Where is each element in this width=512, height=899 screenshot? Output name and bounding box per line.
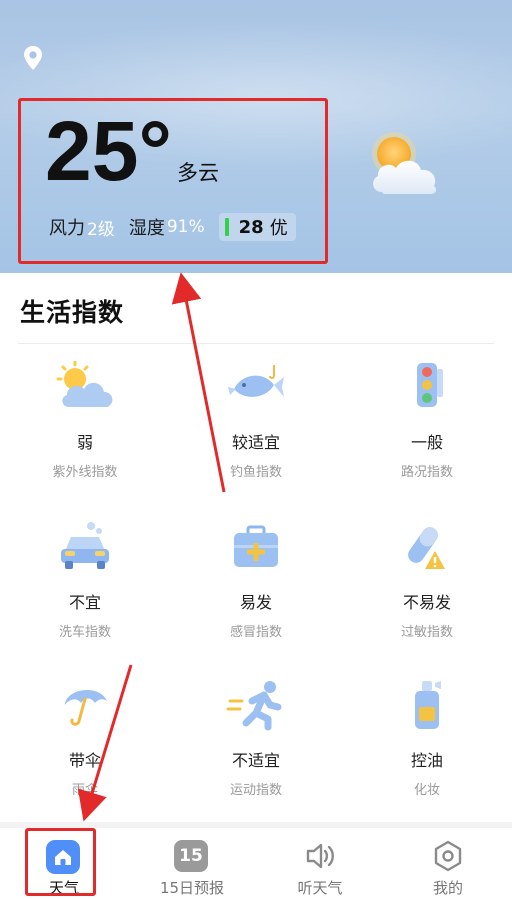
makeup-bottle-icon	[415, 681, 441, 729]
wind-value: 2级	[87, 219, 115, 240]
index-value: 易发	[239, 593, 272, 612]
aqi-badge[interactable]: 28 优	[218, 213, 296, 241]
aqi-value: 28	[238, 216, 264, 238]
running-icon	[226, 681, 282, 731]
nav-item-15-day-forecast[interactable]: 15 15日预报	[128, 828, 256, 899]
wind-label: 风力	[49, 218, 85, 239]
aqi-level: 优	[269, 218, 288, 239]
index-value: 不宜	[68, 593, 101, 612]
fish-icon	[228, 365, 284, 397]
medical-kit-icon	[234, 525, 278, 567]
weather-condition: 多云	[177, 161, 219, 185]
allergy-pill-icon	[408, 527, 445, 569]
index-item-car-wash[interactable]: 不宜 洗车指数	[0, 521, 170, 640]
traffic-light-icon	[417, 363, 443, 407]
humidity-label: 湿度	[128, 218, 165, 239]
nav-label: 我的	[432, 879, 463, 897]
umbrella-icon	[65, 689, 107, 726]
partly-cloudy-icon	[372, 132, 437, 194]
index-value: 控油	[410, 751, 443, 770]
index-item-sport[interactable]: 不适宜 运动指数	[171, 679, 341, 798]
current-temperature: 25°	[45, 104, 173, 198]
index-value: 带伞	[68, 751, 101, 770]
nav-weather-highlight	[25, 828, 96, 896]
index-value: 一般	[410, 433, 443, 452]
location-pin-icon[interactable]	[22, 45, 44, 71]
index-value: 不适宜	[231, 751, 280, 770]
calendar-15-icon: 15	[174, 840, 208, 872]
index-name: 化妆	[413, 783, 440, 798]
sun-cloud-icon	[56, 361, 113, 407]
index-item-allergy[interactable]: 不易发 过敏指数	[342, 521, 512, 640]
weather-header: 25° 多云 风力 2级 湿度 91% 28 优	[0, 0, 512, 273]
nav-label: 15日预报	[159, 879, 225, 897]
nav-item-listen-weather[interactable]: 听天气	[256, 828, 384, 899]
life-index-title: 生活指数	[20, 298, 125, 327]
index-item-umbrella[interactable]: 带伞 雨伞	[0, 679, 170, 798]
index-name: 钓鱼指数	[229, 465, 282, 480]
index-item-cold[interactable]: 易发 感冒指数	[171, 521, 341, 640]
humidity-value: 91%	[166, 217, 205, 237]
index-item-traffic[interactable]: 一般 路况指数	[342, 361, 512, 480]
index-name: 运动指数	[229, 783, 282, 798]
current-weather-highlight[interactable]: 25° 多云 风力 2级 湿度 91% 28 优	[18, 98, 328, 264]
nav-label: 听天气	[297, 879, 343, 897]
index-name: 路况指数	[400, 465, 453, 480]
index-name: 感冒指数	[229, 625, 282, 640]
index-value: 弱	[76, 433, 93, 452]
index-name: 过敏指数	[400, 625, 453, 640]
section-divider	[18, 343, 494, 344]
index-name: 雨伞	[71, 783, 98, 798]
speaker-icon	[306, 843, 334, 869]
nav-item-mine[interactable]: 我的	[384, 828, 512, 899]
aqi-indicator-bar	[224, 218, 229, 236]
index-item-uv[interactable]: 弱 紫外线指数	[0, 361, 170, 480]
index-value: 不易发	[402, 593, 451, 612]
weather-metrics: 风力 2级 湿度 91% 28 优	[49, 213, 296, 241]
index-item-fishing[interactable]: 较适宜 钓鱼指数	[171, 361, 341, 480]
index-value: 较适宜	[231, 433, 280, 452]
forecast-badge-number: 15	[179, 846, 203, 866]
settings-hexagon-icon	[434, 840, 462, 872]
index-item-makeup[interactable]: 控油 化妆	[342, 679, 512, 798]
index-name: 洗车指数	[58, 625, 111, 640]
index-name: 紫外线指数	[52, 465, 118, 480]
car-wash-icon	[61, 522, 109, 569]
